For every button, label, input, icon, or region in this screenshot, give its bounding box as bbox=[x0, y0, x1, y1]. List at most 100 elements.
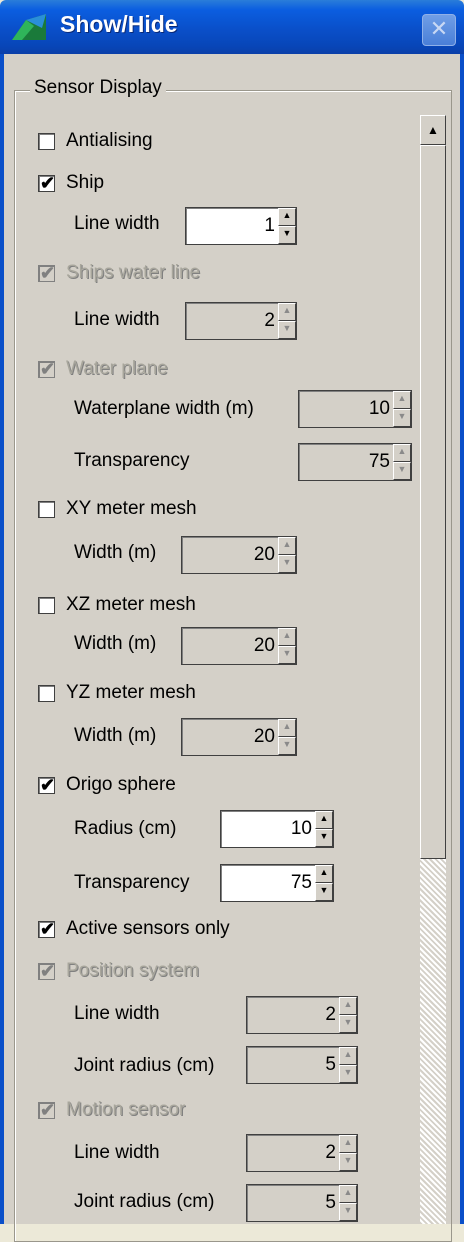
xz-mesh-checkbox[interactable] bbox=[38, 596, 55, 614]
origo-sphere-checkbox[interactable]: ✔ bbox=[38, 775, 55, 795]
spin-up-button[interactable]: ▲ bbox=[393, 444, 411, 462]
close-icon: ✕ bbox=[429, 16, 449, 41]
origo-transparency-spinner[interactable]: 75 ▲ ▼ bbox=[220, 864, 334, 902]
check-icon: ✔ bbox=[40, 262, 56, 283]
spin-up-button[interactable]: ▲ bbox=[315, 865, 333, 883]
spin-up-button[interactable]: ▲ bbox=[339, 997, 357, 1015]
position-system-checkbox[interactable]: ✔ bbox=[38, 961, 55, 981]
spin-down-button[interactable]: ▼ bbox=[339, 1015, 357, 1033]
check-icon: ✔ bbox=[40, 172, 56, 193]
spinner-value: 75 bbox=[368, 451, 390, 472]
spin-down-button[interactable]: ▼ bbox=[278, 321, 296, 339]
group-legend: Sensor Display bbox=[30, 77, 166, 99]
xy-mesh-width-label: Width (m) bbox=[74, 542, 157, 563]
spin-up-button[interactable]: ▲ bbox=[278, 719, 296, 737]
spinner-value: 20 bbox=[253, 544, 275, 565]
active-sensors-checkbox[interactable]: ✔ bbox=[38, 919, 55, 939]
xy-mesh-width-spinner[interactable]: 20 ▲ ▼ bbox=[181, 536, 297, 574]
xz-mesh-width-label: Width (m) bbox=[74, 633, 157, 654]
water-plane-label: Water plane bbox=[66, 358, 168, 379]
origo-radius-spinner[interactable]: 10 ▲ ▼ bbox=[220, 810, 334, 848]
origo-transparency-label: Transparency bbox=[74, 872, 190, 893]
spinner-value: 10 bbox=[368, 398, 390, 419]
spinner-value: 20 bbox=[253, 635, 275, 656]
ship-line-width-spinner[interactable]: 1 ▲ ▼ bbox=[185, 207, 297, 245]
position-line-width-label: Line width bbox=[74, 1003, 160, 1024]
spin-down-button[interactable]: ▼ bbox=[339, 1153, 357, 1171]
spin-up-button[interactable]: ▲ bbox=[278, 628, 296, 646]
ships-water-line-width-spinner[interactable]: 2 ▲ ▼ bbox=[185, 302, 297, 340]
yz-mesh-checkbox-row[interactable]: YZ meter mesh bbox=[38, 682, 196, 704]
spinner-value: 5 bbox=[325, 1192, 336, 1213]
xz-mesh-width-spinner[interactable]: 20 ▲ ▼ bbox=[181, 627, 297, 665]
ships-water-line-checkbox-row[interactable]: ✔ Ships water line bbox=[38, 262, 200, 284]
spin-up-button[interactable]: ▲ bbox=[393, 391, 411, 409]
yz-mesh-label: YZ meter mesh bbox=[66, 682, 196, 703]
waterplane-transparency-label: Transparency bbox=[74, 450, 190, 471]
spin-down-button[interactable]: ▼ bbox=[315, 829, 333, 847]
yz-mesh-width-label: Width (m) bbox=[74, 725, 157, 746]
spin-up-button[interactable]: ▲ bbox=[339, 1185, 357, 1203]
position-line-width-spinner[interactable]: 2 ▲ ▼ bbox=[246, 996, 358, 1034]
active-sensors-label: Active sensors only bbox=[66, 918, 230, 939]
water-plane-checkbox[interactable]: ✔ bbox=[38, 358, 56, 379]
antialising-checkbox-row[interactable]: Antialising bbox=[38, 130, 153, 152]
spin-down-button[interactable]: ▼ bbox=[339, 1203, 357, 1221]
xy-mesh-checkbox[interactable] bbox=[38, 500, 55, 518]
waterplane-width-label: Waterplane width (m) bbox=[74, 398, 254, 419]
spin-down-button[interactable]: ▼ bbox=[393, 409, 411, 427]
scroll-up-button[interactable]: ▲ bbox=[420, 115, 446, 145]
spin-up-button[interactable]: ▲ bbox=[339, 1135, 357, 1153]
arrow-up-icon: ▲ bbox=[427, 123, 439, 137]
ships-water-line-width-label: Line width bbox=[74, 309, 160, 330]
motion-sensor-label: Motion sensor bbox=[66, 1099, 186, 1120]
active-sensors-checkbox-row[interactable]: ✔ Active sensors only bbox=[38, 918, 230, 940]
spin-down-button[interactable]: ▼ bbox=[278, 226, 296, 244]
scroll-thumb[interactable] bbox=[420, 145, 446, 859]
spin-down-button[interactable]: ▼ bbox=[278, 737, 296, 755]
spin-up-button[interactable]: ▲ bbox=[339, 1047, 357, 1065]
origo-sphere-checkbox-row[interactable]: ✔ Origo sphere bbox=[38, 774, 176, 796]
ship-checkbox[interactable]: ✔ bbox=[38, 172, 56, 193]
ship-checkbox-row[interactable]: ✔ Ship bbox=[38, 172, 104, 194]
motion-joint-radius-spinner[interactable]: 5 ▲ ▼ bbox=[246, 1184, 358, 1222]
waterplane-transparency-spinner[interactable]: 75 ▲ ▼ bbox=[298, 443, 412, 481]
check-icon: ✔ bbox=[40, 1099, 56, 1120]
spin-down-button[interactable]: ▼ bbox=[315, 883, 333, 901]
xz-mesh-checkbox-row[interactable]: XZ meter mesh bbox=[38, 594, 196, 616]
waterplane-width-spinner[interactable]: 10 ▲ ▼ bbox=[298, 390, 412, 428]
close-button[interactable]: ✕ bbox=[422, 14, 456, 46]
motion-line-width-label: Line width bbox=[74, 1142, 160, 1163]
ship-line-width-label: Line width bbox=[74, 213, 160, 234]
yz-mesh-checkbox[interactable] bbox=[38, 684, 55, 702]
check-icon: ✔ bbox=[40, 358, 56, 379]
ship-label: Ship bbox=[66, 172, 105, 193]
spin-up-button[interactable]: ▲ bbox=[278, 303, 296, 321]
spinner-value: 10 bbox=[290, 818, 312, 839]
motion-line-width-spinner[interactable]: 2 ▲ ▼ bbox=[246, 1134, 358, 1172]
spin-down-button[interactable]: ▼ bbox=[393, 462, 411, 480]
spin-up-button[interactable]: ▲ bbox=[278, 208, 296, 226]
spinner-value: 2 bbox=[325, 1142, 336, 1163]
window-border-right bbox=[460, 54, 464, 1224]
motion-sensor-checkbox-row[interactable]: ✔ Motion sensor bbox=[38, 1099, 185, 1121]
spinner-value: 5 bbox=[325, 1054, 336, 1075]
water-plane-checkbox-row[interactable]: ✔ Water plane bbox=[38, 358, 168, 380]
antialising-checkbox[interactable] bbox=[38, 132, 55, 150]
motion-sensor-checkbox[interactable]: ✔ bbox=[38, 1099, 56, 1120]
position-system-checkbox-row[interactable]: ✔ Position system bbox=[38, 960, 199, 982]
spin-up-button[interactable]: ▲ bbox=[278, 537, 296, 555]
spin-down-button[interactable]: ▼ bbox=[339, 1065, 357, 1083]
spinner-value: 20 bbox=[253, 726, 275, 747]
position-joint-radius-spinner[interactable]: 5 ▲ ▼ bbox=[246, 1046, 358, 1084]
spin-up-button[interactable]: ▲ bbox=[315, 811, 333, 829]
spin-down-button[interactable]: ▼ bbox=[278, 555, 296, 573]
spinner-value: 2 bbox=[325, 1004, 336, 1025]
yz-mesh-width-spinner[interactable]: 20 ▲ ▼ bbox=[181, 718, 297, 756]
spinner-value: 1 bbox=[264, 215, 275, 236]
xy-mesh-checkbox-row[interactable]: XY meter mesh bbox=[38, 498, 197, 520]
spin-down-button[interactable]: ▼ bbox=[278, 646, 296, 664]
motion-joint-radius-label: Joint radius (cm) bbox=[74, 1191, 215, 1212]
ships-water-line-checkbox[interactable]: ✔ bbox=[38, 262, 56, 283]
xy-mesh-label: XY meter mesh bbox=[66, 498, 197, 519]
